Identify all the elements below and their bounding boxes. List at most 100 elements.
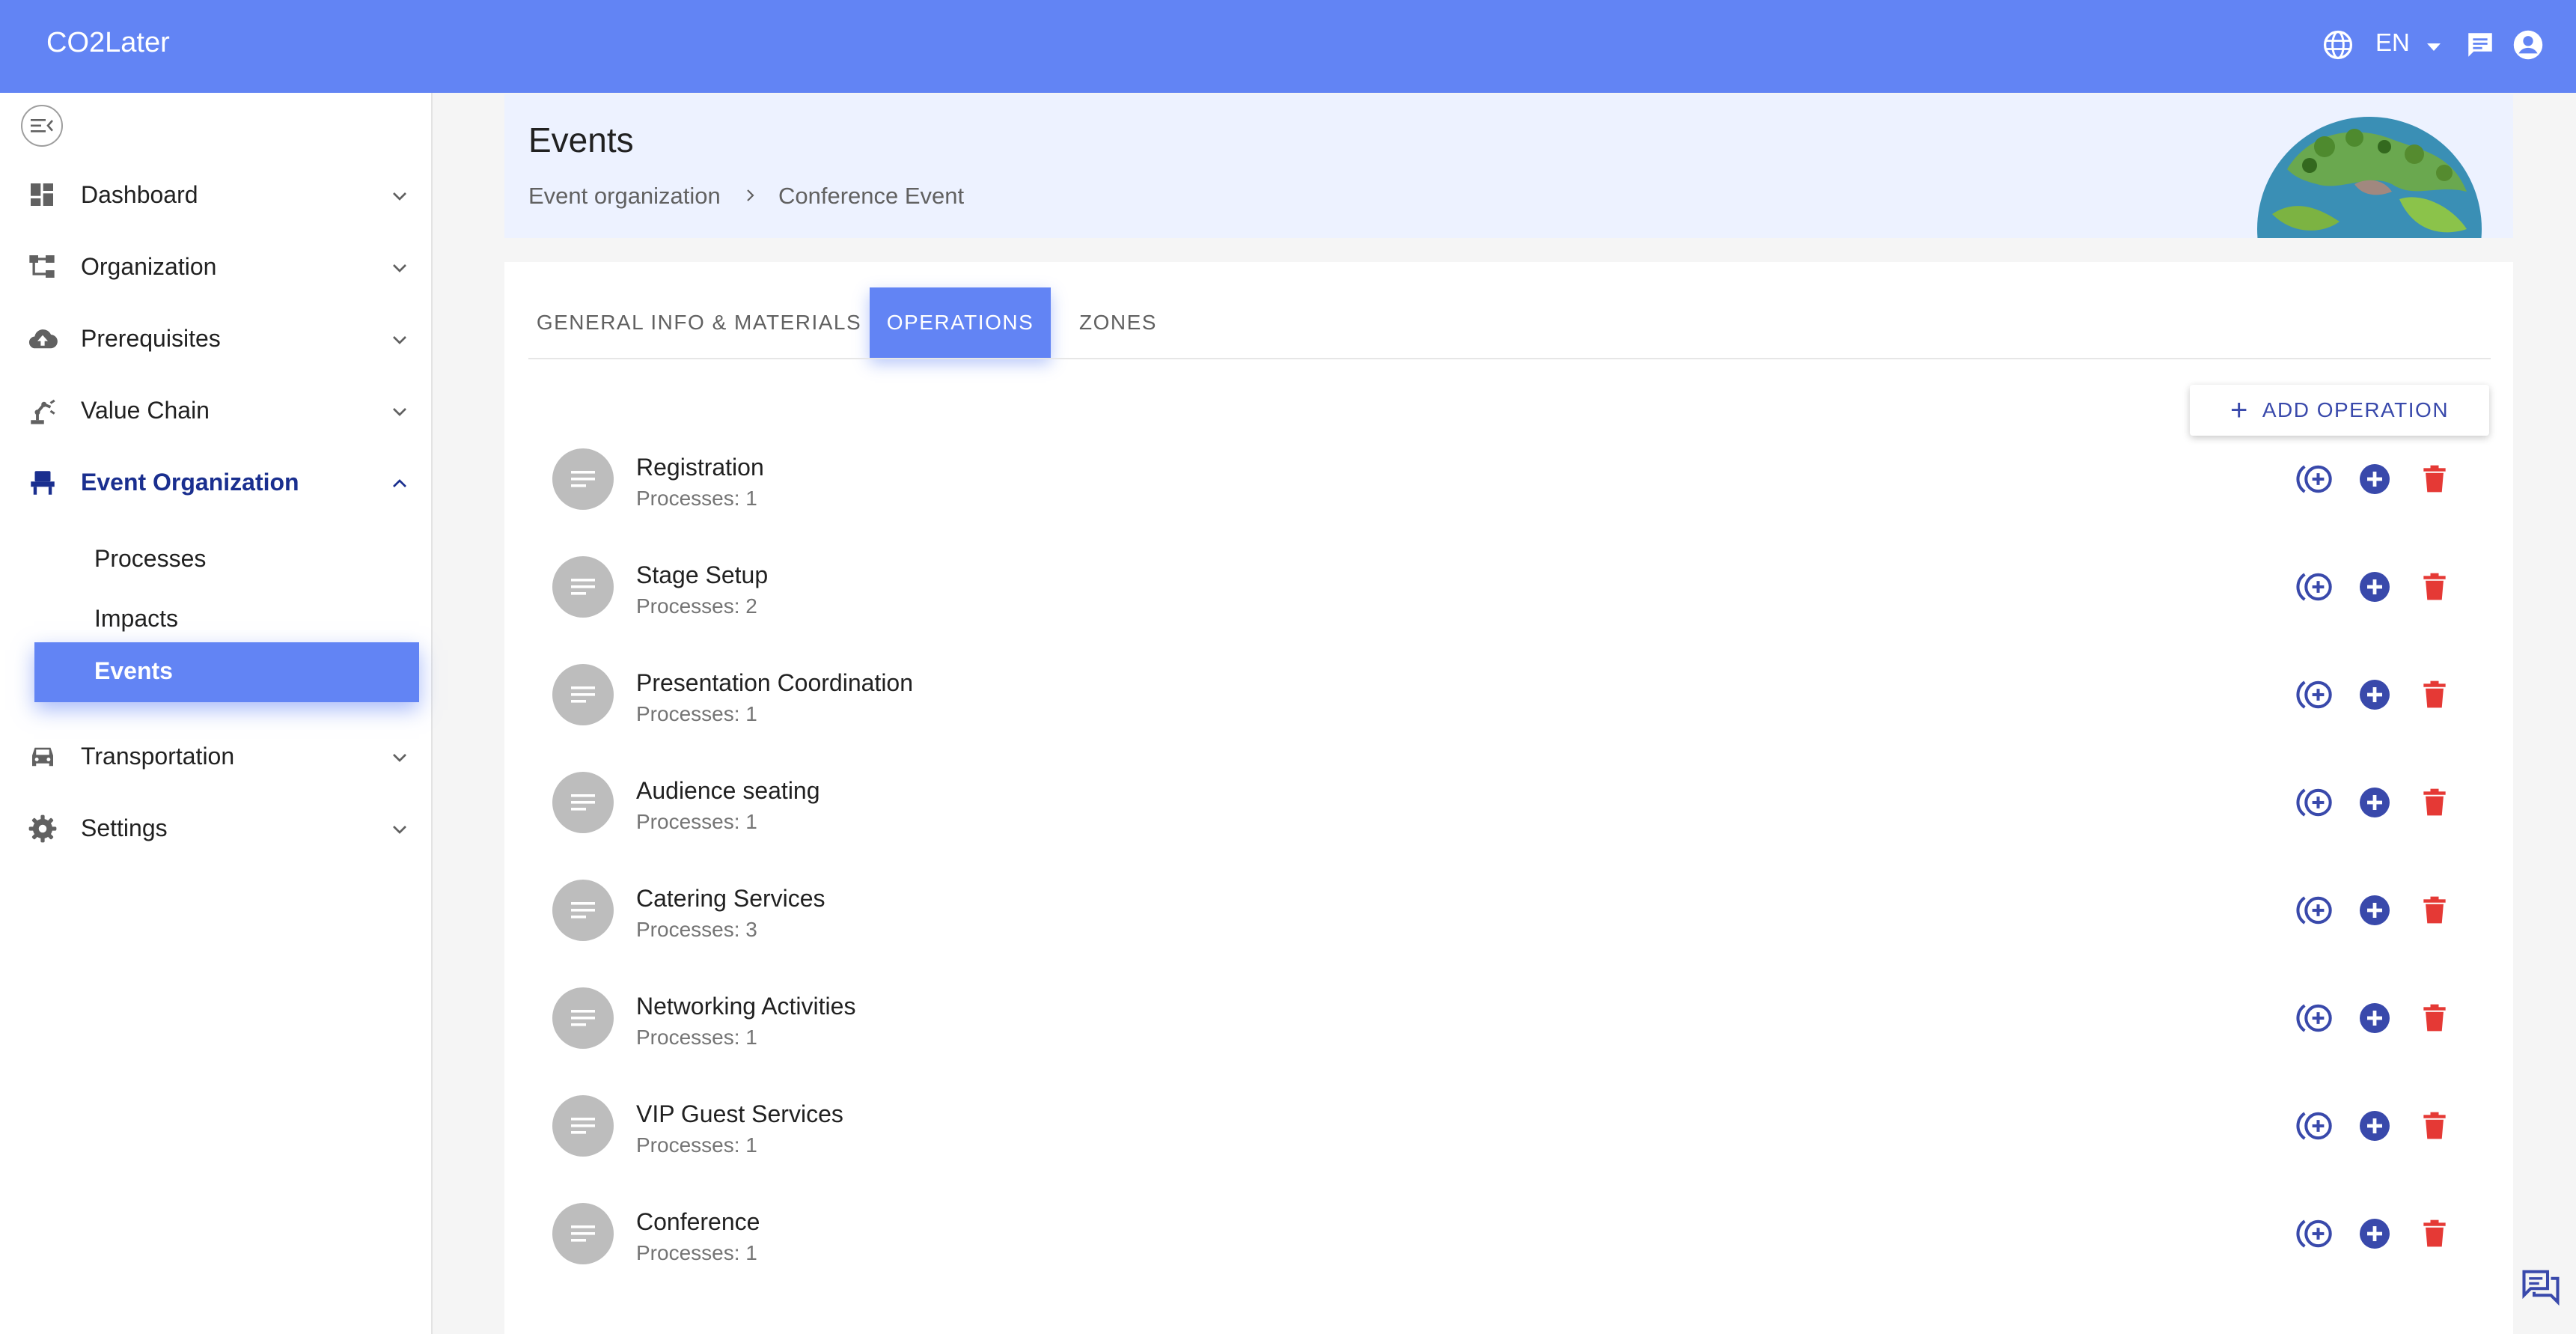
subject-icon bbox=[552, 987, 614, 1049]
delete-icon[interactable] bbox=[2414, 998, 2455, 1038]
chevron-down-icon bbox=[388, 256, 412, 280]
subject-icon bbox=[552, 1203, 614, 1264]
chevron-down-icon bbox=[388, 817, 412, 841]
delete-icon[interactable] bbox=[2414, 459, 2455, 499]
sidebar-subitem-label: Events bbox=[94, 657, 173, 684]
earth-illustration bbox=[2242, 109, 2492, 238]
sidebar-item-settings[interactable]: Settings bbox=[0, 798, 431, 858]
add-process-icon[interactable] bbox=[2295, 890, 2335, 931]
breadcrumb-separator-icon bbox=[741, 183, 760, 208]
add-circle-icon[interactable] bbox=[2354, 1106, 2395, 1146]
sidebar-item-label: Event Organization bbox=[81, 468, 299, 496]
caret-down-icon bbox=[2426, 30, 2442, 58]
chevron-down-icon bbox=[388, 184, 412, 208]
subject-icon bbox=[552, 556, 614, 618]
gear-icon bbox=[27, 813, 60, 846]
chat-icon[interactable] bbox=[2521, 1268, 2561, 1306]
add-circle-icon[interactable] bbox=[2354, 567, 2395, 607]
sidebar-item-transportation[interactable]: Transportation bbox=[0, 726, 431, 786]
delete-icon[interactable] bbox=[2414, 1106, 2455, 1146]
add-circle-icon[interactable] bbox=[2354, 674, 2395, 715]
add-circle-icon[interactable] bbox=[2354, 782, 2395, 823]
operation-name: Conference bbox=[636, 1208, 760, 1235]
operation-processes-count: Processes: 1 bbox=[636, 487, 757, 510]
operation-processes-count: Processes: 1 bbox=[636, 1026, 757, 1049]
breadcrumb-conference-event: Conference Event bbox=[778, 183, 965, 209]
operation-name: Stage Setup bbox=[636, 561, 769, 588]
subject-icon bbox=[552, 1095, 614, 1157]
language-label: EN bbox=[2375, 28, 2410, 56]
add-process-icon[interactable] bbox=[2295, 459, 2335, 499]
tab-zones[interactable]: ZONES bbox=[1051, 287, 1185, 358]
sidebar-item-value-chain[interactable]: Value Chain bbox=[0, 380, 431, 440]
operation-name: Presentation Coordination bbox=[636, 669, 914, 696]
add-process-icon[interactable] bbox=[2295, 782, 2335, 823]
cloud-upload-icon bbox=[27, 323, 60, 356]
add-process-icon[interactable] bbox=[2295, 1106, 2335, 1146]
sidebar-item-event-organization[interactable]: Event Organization bbox=[0, 452, 431, 512]
delete-icon[interactable] bbox=[2414, 567, 2455, 607]
account-icon[interactable] bbox=[2510, 27, 2546, 63]
robot-arm-icon bbox=[27, 395, 60, 428]
delete-icon[interactable] bbox=[2414, 782, 2455, 823]
operation-processes-count: Processes: 1 bbox=[636, 1133, 757, 1157]
operation-name: Registration bbox=[636, 454, 764, 481]
operation-processes-count: Processes: 3 bbox=[636, 918, 757, 941]
delete-icon[interactable] bbox=[2414, 1213, 2455, 1254]
car-icon bbox=[27, 741, 60, 774]
add-circle-icon[interactable] bbox=[2354, 1213, 2395, 1254]
operation-processes-count: Processes: 1 bbox=[636, 702, 757, 725]
message-icon[interactable] bbox=[2462, 27, 2498, 63]
dashboard-icon bbox=[27, 180, 60, 213]
operation-name: Catering Services bbox=[636, 885, 825, 912]
add-circle-icon[interactable] bbox=[2354, 998, 2395, 1038]
tab-operations[interactable]: OPERATIONS bbox=[870, 287, 1051, 358]
sidebar-item-label: Settings bbox=[81, 814, 168, 841]
plus-icon: + bbox=[2229, 394, 2249, 427]
add-process-icon[interactable] bbox=[2295, 1213, 2335, 1254]
collapse-menu-icon[interactable] bbox=[21, 105, 63, 147]
chevron-down-icon bbox=[388, 746, 412, 770]
add-circle-icon[interactable] bbox=[2354, 459, 2395, 499]
app-title[interactable]: CO2Later bbox=[46, 27, 170, 59]
sidebar-item-label: Prerequisites bbox=[81, 324, 221, 352]
organization-icon bbox=[27, 252, 60, 284]
chevron-up-icon bbox=[388, 472, 412, 496]
chevron-down-icon bbox=[388, 328, 412, 352]
add-process-icon[interactable] bbox=[2295, 674, 2335, 715]
sidebar-item-organization[interactable]: Organization bbox=[0, 237, 431, 296]
operation-processes-count: Processes: 2 bbox=[636, 594, 757, 618]
top-app-bar bbox=[0, 0, 2576, 93]
page-header bbox=[504, 94, 2513, 238]
add-circle-icon[interactable] bbox=[2354, 890, 2395, 931]
add-operation-label: ADD OPERATION bbox=[2262, 398, 2450, 421]
operation-processes-count: Processes: 1 bbox=[636, 1241, 757, 1264]
delete-icon[interactable] bbox=[2414, 890, 2455, 931]
chevron-down-icon bbox=[388, 400, 412, 424]
tabs-divider bbox=[528, 358, 2491, 359]
sidebar-item-label: Dashboard bbox=[81, 180, 198, 208]
breadcrumb-event-organization[interactable]: Event organization bbox=[528, 183, 721, 210]
add-process-icon[interactable] bbox=[2295, 998, 2335, 1038]
subject-icon bbox=[552, 880, 614, 941]
sidebar-item-label: Transportation bbox=[81, 742, 235, 770]
sidebar-subitem-events[interactable]: Events bbox=[34, 642, 419, 702]
subject-icon bbox=[552, 448, 614, 510]
add-process-icon[interactable] bbox=[2295, 567, 2335, 607]
event-seat-icon bbox=[27, 467, 60, 500]
sidebar-subitem-processes[interactable]: Processes bbox=[94, 545, 206, 573]
sidebar-subitem-impacts[interactable]: Impacts bbox=[94, 605, 178, 633]
tab-general-info-materials[interactable]: GENERAL INFO & MATERIALS bbox=[528, 287, 870, 358]
add-operation-button[interactable]: + ADD OPERATION bbox=[2190, 385, 2489, 436]
globe-icon[interactable] bbox=[2320, 27, 2356, 63]
operation-processes-count: Processes: 1 bbox=[636, 810, 757, 833]
sidebar-item-label: Organization bbox=[81, 252, 217, 280]
subject-icon bbox=[552, 664, 614, 725]
sidebar-item-dashboard[interactable]: Dashboard bbox=[0, 165, 431, 225]
delete-icon[interactable] bbox=[2414, 674, 2455, 715]
operation-name: Networking Activities bbox=[636, 993, 856, 1020]
operation-name: VIP Guest Services bbox=[636, 1100, 843, 1127]
sidebar-item-prerequisites[interactable]: Prerequisites bbox=[0, 308, 431, 368]
subject-icon bbox=[552, 772, 614, 833]
language-selector[interactable]: EN bbox=[2375, 28, 2442, 58]
